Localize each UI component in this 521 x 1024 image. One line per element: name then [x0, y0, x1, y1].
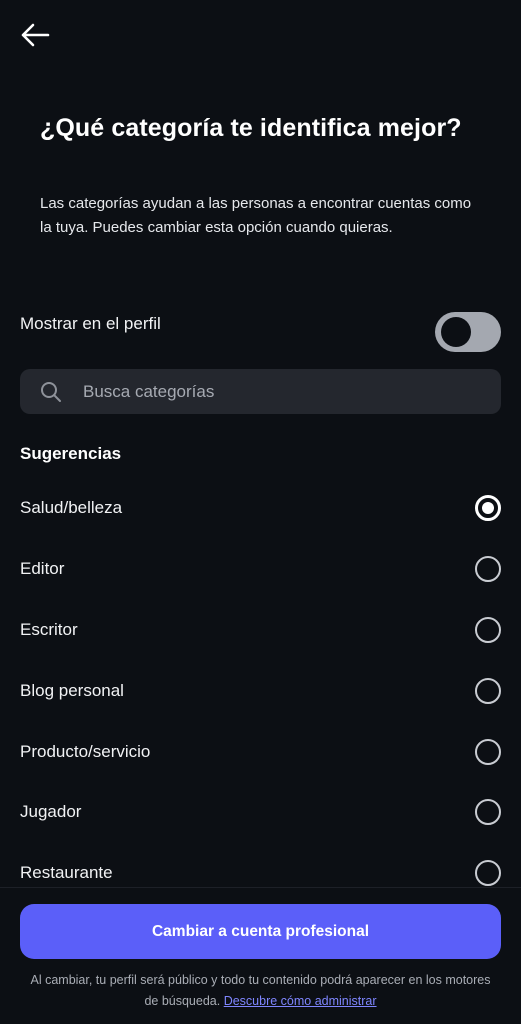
category-option[interactable]: Producto/servicio: [0, 721, 521, 782]
search-icon: [39, 380, 63, 404]
category-label: Escritor: [20, 619, 78, 639]
back-button[interactable]: [14, 18, 56, 56]
category-label: Blog personal: [20, 680, 124, 700]
show-on-profile-row: Mostrar en el perfil: [20, 310, 501, 354]
arrow-left-icon: [20, 23, 50, 52]
category-radio[interactable]: [475, 556, 501, 583]
category-radio[interactable]: [475, 616, 501, 643]
learn-more-link[interactable]: Descubre cómo administrar: [224, 994, 377, 1008]
show-on-profile-label: Mostrar en el perfil: [20, 314, 161, 333]
category-option[interactable]: Jugador: [0, 782, 521, 843]
category-list: Salud/belleza Editor Escritor Blog perso…: [0, 478, 521, 904]
category-option[interactable]: Editor: [0, 539, 521, 600]
category-radio[interactable]: [475, 860, 501, 887]
category-search-input[interactable]: [81, 380, 465, 403]
switch-to-professional-button[interactable]: Cambiar a cuenta profesional: [20, 904, 501, 959]
page-title: ¿Qué categoría te identifica mejor?: [40, 114, 462, 142]
suggestions-heading: Sugerencias: [20, 444, 122, 463]
category-option[interactable]: Escritor: [0, 600, 521, 661]
category-radio[interactable]: [475, 799, 501, 826]
category-label: Jugador: [20, 802, 82, 822]
category-search-bar[interactable]: [20, 369, 501, 414]
category-radio[interactable]: [475, 677, 501, 704]
public-profile-notice: Al cambiar, tu perfil será público y tod…: [24, 970, 497, 1012]
page-description: Las categorías ayudan a las personas a e…: [40, 195, 472, 236]
category-label: Restaurante: [20, 863, 113, 883]
show-on-profile-toggle[interactable]: [435, 312, 501, 352]
category-option[interactable]: Blog personal: [0, 660, 521, 721]
category-radio[interactable]: [475, 738, 501, 765]
category-radio[interactable]: [475, 495, 501, 522]
bottom-action-panel: Cambiar a cuenta profesional Al cambiar,…: [0, 887, 521, 1024]
toggle-knob: [441, 317, 471, 347]
category-label: Editor: [20, 559, 65, 579]
category-label: Producto/servicio: [20, 741, 151, 761]
category-option[interactable]: Salud/belleza: [0, 478, 521, 539]
category-label: Salud/belleza: [20, 498, 123, 518]
